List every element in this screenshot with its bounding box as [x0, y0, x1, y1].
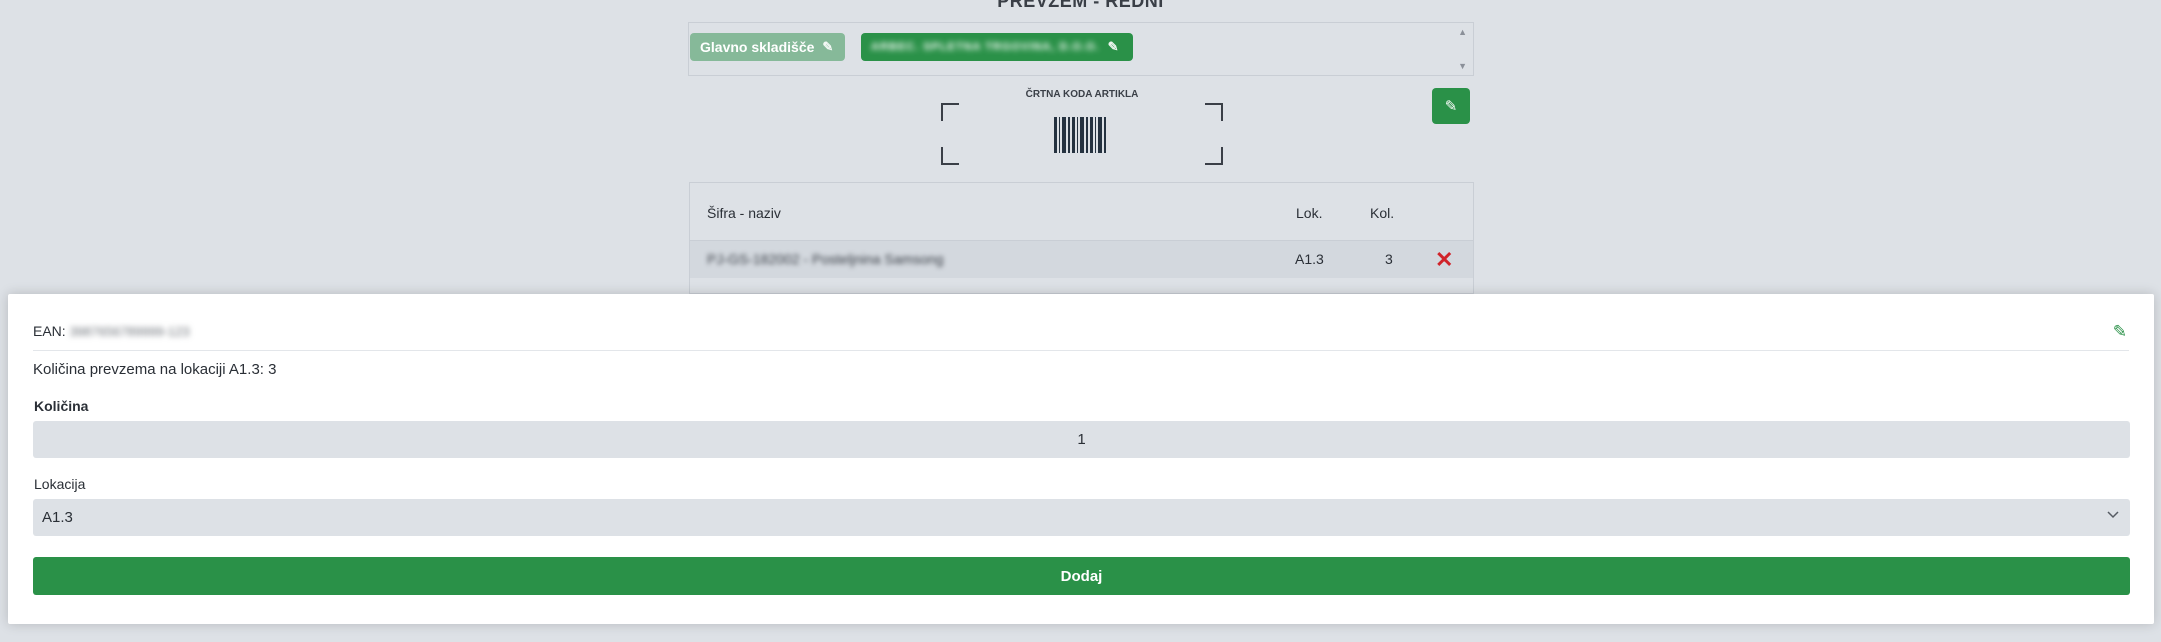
quantity-info: Količina prevzema na lokaciji A1.3: 3: [33, 361, 277, 378]
scroll-down-icon[interactable]: ▼: [1458, 61, 1467, 71]
column-header-quantity: Kol.: [1370, 205, 1395, 221]
warehouse-chip[interactable]: Glavno skladišče ✎: [690, 33, 845, 61]
edit-icon: ✎: [1107, 39, 1119, 54]
item-location: A1.3: [1295, 251, 1324, 267]
edit-icon: ✎: [822, 39, 834, 54]
pencil-icon: ✎: [1444, 98, 1458, 115]
column-header-code-name: Šifra - naziv: [707, 205, 781, 221]
supplier-chip[interactable]: ARBEC. SPLETNA TRGOVINA, D.O.O. ✎: [861, 33, 1133, 61]
ean-row: EAN: 3987656789999-123: [33, 323, 190, 339]
edit-icon[interactable]: ✎: [2113, 322, 2127, 342]
ean-value: 3987656789999-123: [69, 324, 190, 339]
location-label: Lokacija: [34, 476, 86, 492]
add-button[interactable]: Dodaj: [33, 557, 2130, 595]
frame-corner: [941, 147, 959, 165]
delete-icon[interactable]: ✕: [1435, 247, 1453, 273]
chevron-down-icon: [2107, 511, 2119, 519]
quantity-label: Količina: [34, 398, 89, 414]
frame-corner: [1205, 103, 1223, 121]
column-header-location: Lok.: [1296, 205, 1323, 221]
location-select[interactable]: A1.3: [33, 499, 2130, 536]
barcode-icon: [1054, 117, 1110, 153]
quantity-input[interactable]: [33, 421, 2130, 458]
table-row[interactable]: PJ-GS-182002 - Posteljnina Samsong A1.3 …: [690, 240, 1473, 278]
frame-corner: [1205, 147, 1223, 165]
item-table: Šifra - naziv Lok. Kol. PJ-GS-182002 - P…: [689, 182, 1474, 294]
frame-corner: [941, 103, 959, 121]
supplier-label: ARBEC. SPLETNA TRGOVINA, D.O.O.: [871, 41, 1100, 53]
divider: [33, 350, 2129, 351]
barcode-scanner-label: ČRTNA KODA ARTIKLA: [1025, 89, 1139, 100]
manual-entry-button[interactable]: ✎: [1432, 88, 1470, 124]
warehouse-label: Glavno skladišče: [700, 39, 815, 55]
item-quantity: 3: [1385, 251, 1393, 267]
warehouse-supplier-bar: Glavno skladišče ✎ ARBEC. SPLETNA TRGOVI…: [688, 22, 1474, 76]
item-entry-sheet: EAN: 3987656789999-123 ✎ Količina prevze…: [8, 294, 2154, 624]
ean-label: EAN:: [33, 323, 66, 339]
page-title: PREVZEM - REDNI: [997, 0, 1164, 11]
item-code-name: PJ-GS-182002 - Posteljnina Samsong: [707, 251, 944, 267]
location-value: A1.3: [42, 509, 73, 526]
scroll-up-icon[interactable]: ▲: [1458, 27, 1467, 37]
